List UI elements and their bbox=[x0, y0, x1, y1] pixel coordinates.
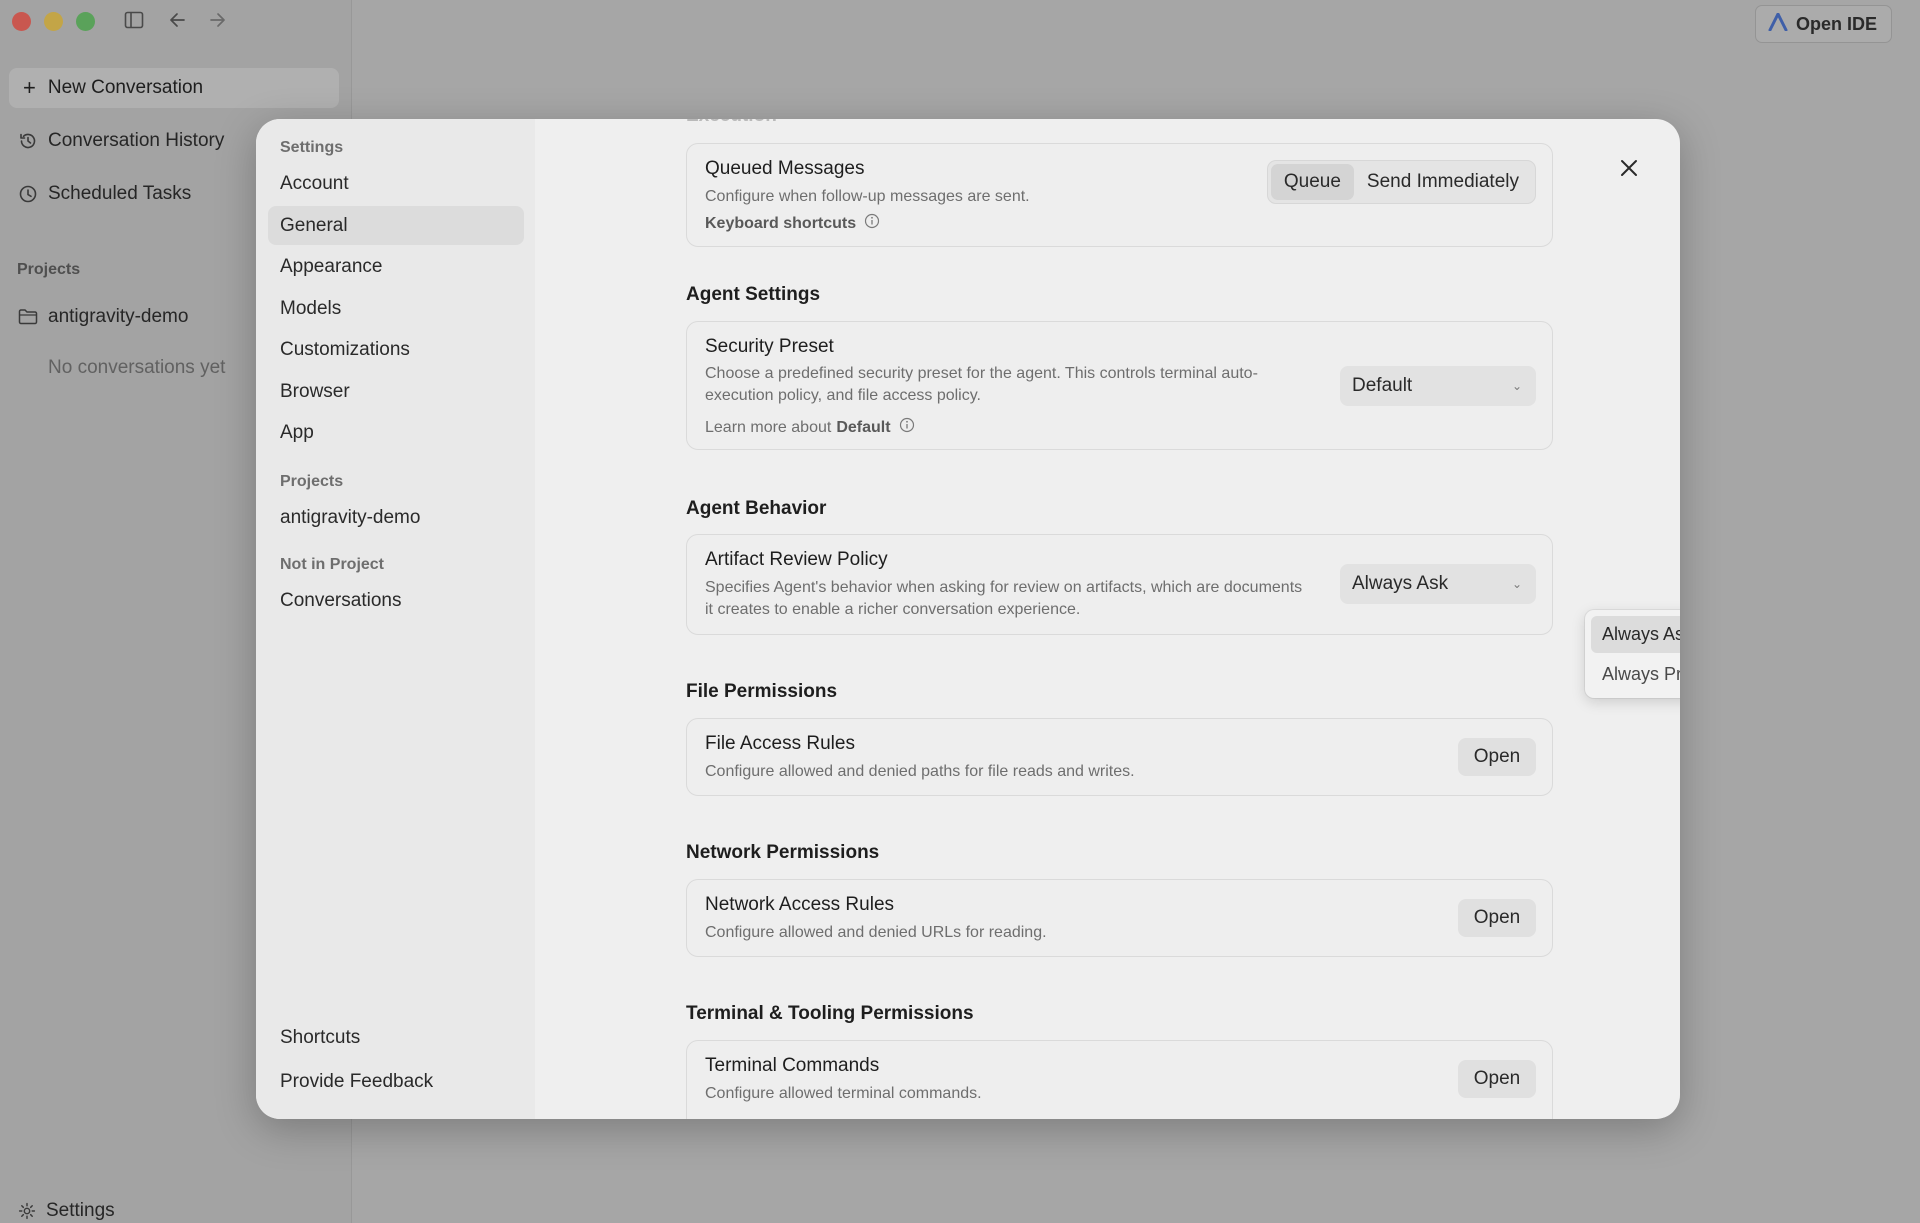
chevron-down-icon: ⌄ bbox=[1511, 577, 1522, 591]
send-immediately-option[interactable]: Send Immediately bbox=[1354, 164, 1532, 200]
learn-more-bold: Default bbox=[836, 418, 891, 436]
antigravity-logo-icon bbox=[1768, 12, 1788, 36]
network-access-card: Network Access Rules Configure allowed a… bbox=[686, 879, 1553, 957]
terminal-commands-card: Terminal Commands Configure allowed term… bbox=[686, 1040, 1553, 1119]
keyboard-shortcuts-link[interactable]: Keyboard shortcuts bbox=[705, 213, 880, 234]
open-ide-label: Open IDE bbox=[1795, 13, 1877, 34]
artifact-review-dropdown: Always Ask Always Proceed bbox=[1585, 610, 1680, 698]
queue-mode-toggle: Queue Send Immediately bbox=[1266, 160, 1536, 204]
new-conversation-button[interactable]: + New Conversation bbox=[9, 68, 339, 108]
history-icon bbox=[18, 131, 38, 151]
dropdown-option-always-proceed[interactable]: Always Proceed bbox=[1591, 656, 1680, 693]
network-access-desc: Configure allowed and denied URLs for re… bbox=[705, 924, 1047, 941]
settings-nav-models[interactable]: Models bbox=[268, 289, 524, 328]
settings-label: Settings bbox=[46, 1200, 115, 1221]
plus-icon: + bbox=[23, 75, 36, 100]
security-preset-desc: Choose a predefined security preset for … bbox=[705, 365, 1258, 404]
artifact-review-select[interactable]: Always Ask ⌄ bbox=[1340, 564, 1536, 604]
artifact-review-desc: Specifies Agent's behavior when asking f… bbox=[705, 579, 1303, 618]
security-preset-value: Default bbox=[1352, 375, 1413, 396]
conversation-history-item[interactable]: Conversation History bbox=[18, 130, 224, 152]
open-ide-button[interactable]: Open IDE bbox=[1754, 5, 1892, 43]
queue-option[interactable]: Queue bbox=[1270, 164, 1354, 200]
terminal-commands-desc: Configure allowed terminal commands. bbox=[705, 1085, 982, 1102]
settings-nav-account[interactable]: Account bbox=[268, 164, 524, 203]
settings-nav-header: Settings bbox=[280, 139, 344, 156]
network-access-title: Network Access Rules bbox=[705, 894, 895, 915]
terminal-commands-open-button[interactable]: Open bbox=[1458, 1060, 1536, 1098]
scheduled-tasks-item[interactable]: Scheduled Tasks bbox=[18, 183, 191, 205]
settings-nav-project[interactable]: antigravity-demo bbox=[268, 498, 524, 537]
file-access-desc: Configure allowed and denied paths for f… bbox=[705, 763, 1135, 780]
settings-content: Execution Queued Messages Configure when… bbox=[535, 119, 1680, 1119]
settings-nav-general[interactable]: General bbox=[268, 206, 524, 245]
settings-nav-app[interactable]: App bbox=[268, 413, 524, 452]
execution-section-title: Execution bbox=[686, 119, 777, 127]
queued-messages-title: Queued Messages bbox=[705, 158, 865, 179]
queued-messages-card: Queued Messages Configure when follow-up… bbox=[686, 143, 1553, 247]
settings-nav-feedback[interactable]: Provide Feedback bbox=[268, 1062, 524, 1101]
security-preset-card: Security Preset Choose a predefined secu… bbox=[686, 321, 1553, 450]
settings-nav-customizations[interactable]: Customizations bbox=[268, 330, 524, 369]
project-name: antigravity-demo bbox=[48, 306, 189, 327]
close-icon[interactable] bbox=[1616, 155, 1642, 181]
agent-settings-title: Agent Settings bbox=[686, 284, 821, 305]
sidebar-toggle-icon[interactable] bbox=[124, 10, 144, 30]
settings-nav-browser[interactable]: Browser bbox=[268, 372, 524, 411]
info-icon bbox=[864, 213, 880, 234]
chevron-down-icon: ⌄ bbox=[1511, 379, 1522, 393]
security-preset-title: Security Preset bbox=[705, 336, 834, 357]
clock-icon bbox=[18, 184, 38, 204]
settings-nav: Settings Account General Appearance Mode… bbox=[256, 119, 535, 1119]
queued-messages-desc: Configure when follow-up messages are se… bbox=[705, 188, 1030, 205]
forward-arrow-icon[interactable] bbox=[207, 10, 227, 30]
zoom-window-button[interactable] bbox=[76, 12, 95, 31]
network-access-open-button[interactable]: Open bbox=[1458, 899, 1536, 937]
project-item[interactable]: antigravity-demo bbox=[18, 306, 188, 328]
dropdown-option-always-ask[interactable]: Always Ask bbox=[1591, 616, 1680, 653]
folder-icon bbox=[18, 308, 38, 326]
file-permissions-title: File Permissions bbox=[686, 681, 838, 702]
terminal-permissions-title: Terminal & Tooling Permissions bbox=[686, 1003, 974, 1024]
security-preset-select[interactable]: Default ⌄ bbox=[1340, 366, 1536, 406]
file-access-title: File Access Rules bbox=[705, 733, 855, 754]
artifact-review-title: Artifact Review Policy bbox=[705, 549, 888, 570]
scheduled-tasks-label: Scheduled Tasks bbox=[48, 183, 192, 204]
artifact-review-value: Always Ask bbox=[1352, 573, 1449, 594]
projects-section-label: Projects bbox=[17, 261, 81, 278]
keyboard-shortcuts-label: Keyboard shortcuts bbox=[705, 214, 857, 232]
settings-nav-appearance[interactable]: Appearance bbox=[268, 247, 524, 286]
back-arrow-icon[interactable] bbox=[168, 10, 188, 30]
settings-nav-projects-label: Projects bbox=[280, 473, 344, 490]
info-icon bbox=[899, 417, 915, 438]
file-access-card: File Access Rules Configure allowed and … bbox=[686, 718, 1553, 796]
settings-nav-conversations[interactable]: Conversations bbox=[268, 581, 524, 620]
window-controls bbox=[12, 12, 95, 31]
settings-nav-not-in-project-label: Not in Project bbox=[280, 556, 385, 573]
settings-nav-shortcuts[interactable]: Shortcuts bbox=[268, 1018, 524, 1057]
minimize-window-button[interactable] bbox=[44, 12, 63, 31]
settings-item[interactable]: Settings bbox=[18, 1200, 115, 1222]
gear-icon bbox=[18, 1202, 36, 1220]
close-window-button[interactable] bbox=[12, 12, 31, 31]
learn-more-prefix: Learn more about bbox=[705, 418, 832, 436]
agent-behavior-title: Agent Behavior bbox=[686, 498, 827, 519]
no-conversations-text: No conversations yet bbox=[48, 357, 226, 378]
settings-modal: Settings Account General Appearance Mode… bbox=[256, 119, 1680, 1119]
network-permissions-title: Network Permissions bbox=[686, 842, 880, 863]
artifact-review-card: Artifact Review Policy Specifies Agent's… bbox=[686, 534, 1553, 635]
conversation-history-label: Conversation History bbox=[48, 130, 225, 151]
terminal-commands-title: Terminal Commands bbox=[705, 1055, 880, 1076]
learn-more-link[interactable]: Learn more about Default bbox=[705, 417, 915, 438]
file-access-open-button[interactable]: Open bbox=[1458, 738, 1536, 776]
new-conversation-label: New Conversation bbox=[47, 77, 204, 98]
